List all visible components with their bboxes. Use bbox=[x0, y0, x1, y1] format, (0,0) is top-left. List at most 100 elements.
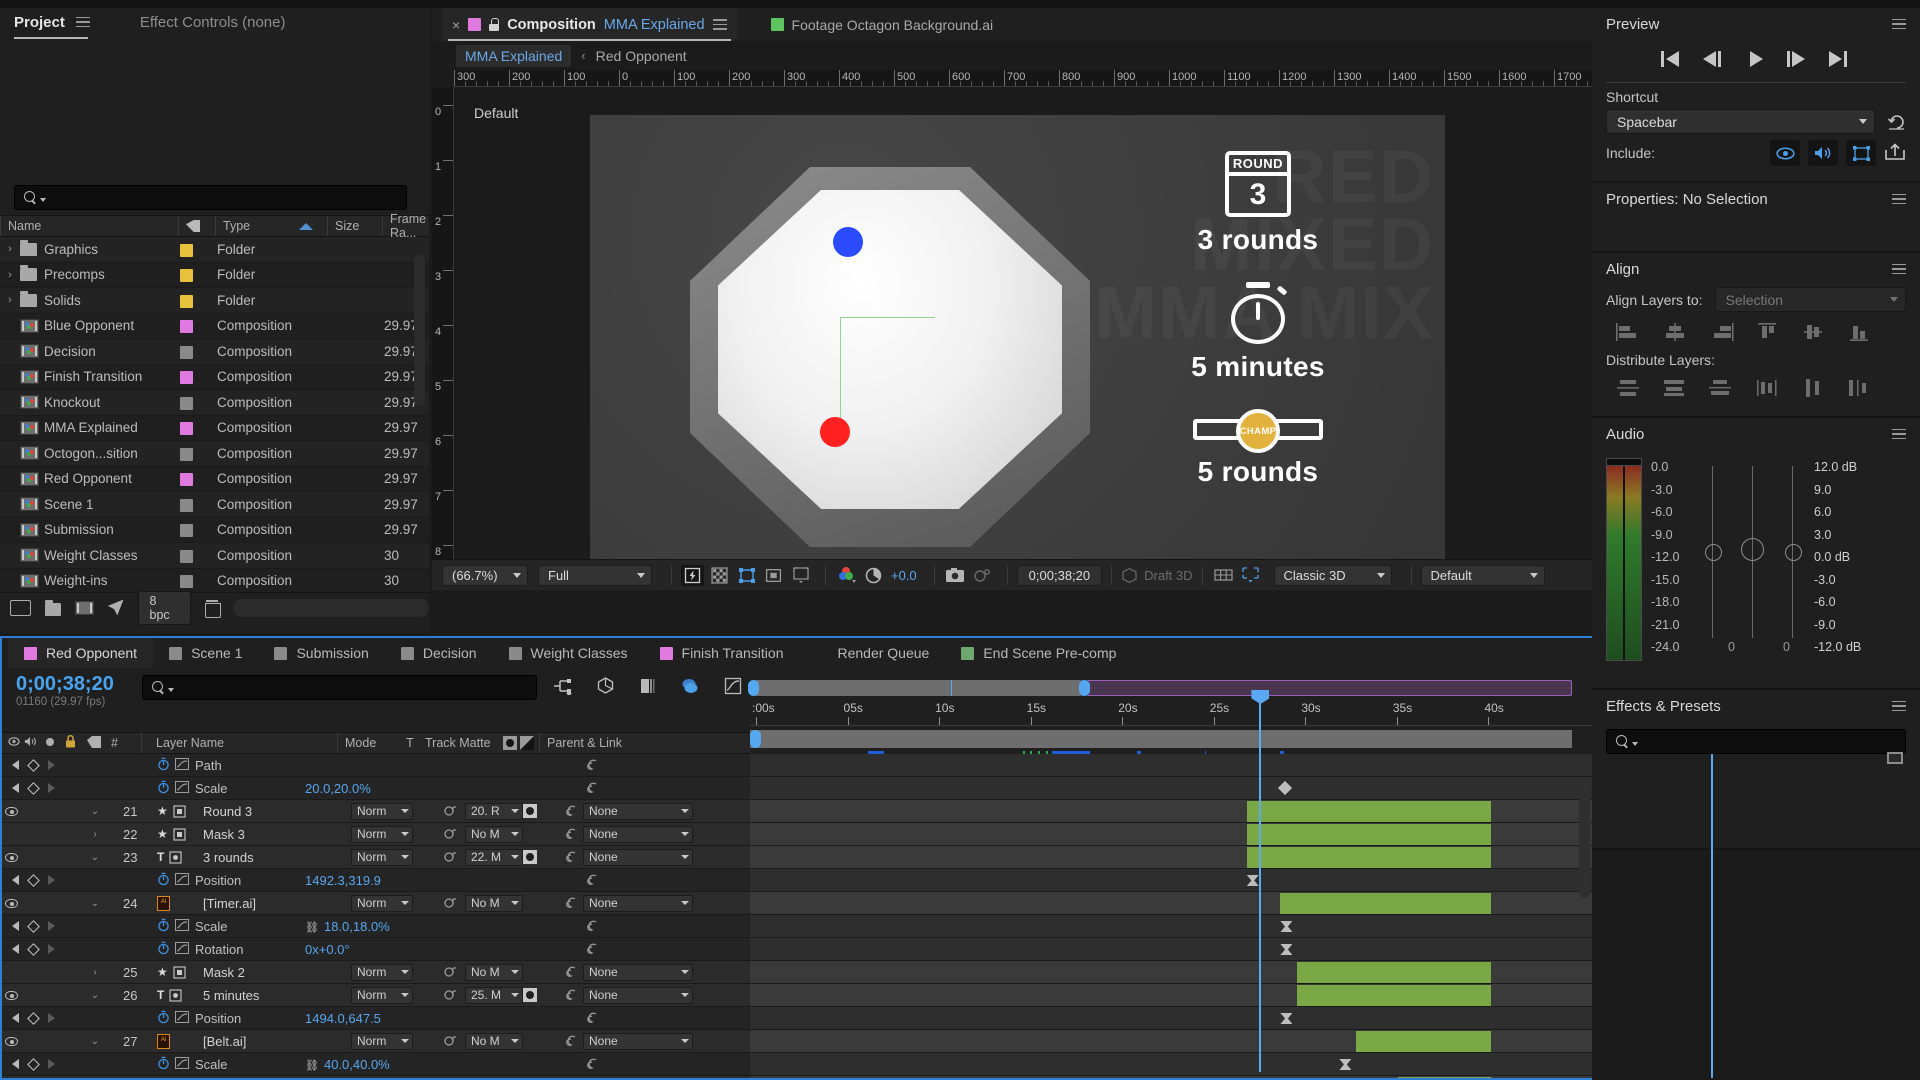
guides-icon[interactable] bbox=[1239, 565, 1262, 586]
audio-toggle-icon[interactable] bbox=[21, 848, 40, 867]
track-matte-select[interactable]: 22. M bbox=[465, 848, 523, 866]
parent-pickwhip-icon[interactable] bbox=[580, 920, 604, 932]
header-number[interactable]: # bbox=[107, 736, 141, 750]
keyframe-toggle-icon[interactable] bbox=[27, 873, 40, 887]
property-name[interactable]: Scale bbox=[195, 781, 305, 796]
horizontal-ruler[interactable]: 300 200 100 0 100 200 300 400 500 600 700 800 900 100… bbox=[454, 70, 1592, 87]
track-matte-select[interactable]: 20. R bbox=[465, 802, 523, 820]
previous-keyframe-icon[interactable] bbox=[12, 1013, 19, 1023]
lock-toggle-icon[interactable] bbox=[59, 825, 78, 844]
layer-duration-bar[interactable] bbox=[1246, 824, 1491, 845]
label-color-swatch[interactable] bbox=[180, 447, 193, 461]
lock-toggle-icon[interactable] bbox=[59, 986, 78, 1005]
header-preserve-transparency[interactable]: T bbox=[399, 736, 421, 750]
blend-mode-select[interactable]: Norm bbox=[351, 825, 413, 843]
distribute-vcenter-icon[interactable] bbox=[1652, 374, 1698, 402]
blend-mode-select[interactable]: Norm bbox=[351, 848, 413, 866]
first-frame-icon[interactable] bbox=[1661, 51, 1683, 67]
header-lock-icon[interactable] bbox=[59, 734, 81, 751]
shortcut-select[interactable]: Spacebar bbox=[1606, 109, 1875, 134]
layer-name[interactable]: [Belt.ai] bbox=[203, 1034, 351, 1049]
align-left-icon[interactable] bbox=[1606, 318, 1652, 346]
properties-menu-icon[interactable] bbox=[1892, 193, 1906, 205]
parent-pickwhip-icon[interactable] bbox=[559, 989, 583, 1001]
disclosure-triangle-icon[interactable]: ⌄ bbox=[84, 806, 106, 817]
fast-previews-icon[interactable] bbox=[681, 564, 704, 586]
composition-stage[interactable]: REDMIXEDMMA MIX ROUND 3 bbox=[590, 115, 1445, 559]
stopwatch-icon[interactable] bbox=[157, 1010, 175, 1027]
stopwatch-icon[interactable] bbox=[157, 757, 175, 774]
label-color-swatch[interactable] bbox=[180, 243, 193, 257]
transparency-grid-icon[interactable] bbox=[708, 565, 731, 586]
adjust-exposure-icon[interactable] bbox=[107, 599, 124, 616]
disclosure-triangle-icon[interactable]: › bbox=[0, 243, 20, 255]
previous-keyframe-icon[interactable] bbox=[12, 921, 19, 931]
work-area-start-handle[interactable] bbox=[748, 680, 759, 696]
new-animation-preset-icon[interactable] bbox=[1886, 750, 1904, 766]
reset-shortcut-icon[interactable] bbox=[1887, 114, 1906, 130]
timeline-zoom-handle[interactable] bbox=[750, 730, 761, 748]
timeline-property-track-row[interactable] bbox=[750, 1053, 1592, 1076]
close-icon[interactable]: × bbox=[452, 17, 460, 33]
video-toggle-icon[interactable] bbox=[2, 825, 21, 844]
layer-controls-icon[interactable] bbox=[1846, 140, 1876, 166]
audio-toggle-icon[interactable] bbox=[21, 1078, 40, 1079]
graph-editor-toggle-icon[interactable] bbox=[175, 1010, 195, 1026]
label-color-swatch[interactable] bbox=[180, 498, 193, 512]
label-color-swatch[interactable] bbox=[180, 575, 193, 589]
track-matte-select[interactable]: No M bbox=[465, 825, 523, 843]
zoom-level-select[interactable]: (66.7%) bbox=[442, 564, 528, 586]
track-matte-source-icon[interactable] bbox=[435, 828, 465, 840]
disclosure-triangle-icon[interactable]: ⌄ bbox=[84, 1036, 106, 1047]
project-item-row[interactable]: Blue Opponent Composition 29.97 bbox=[0, 313, 429, 339]
vertical-ruler[interactable]: 0123456789 bbox=[432, 87, 454, 559]
audio-fader-right[interactable] bbox=[1785, 544, 1802, 561]
lock-toggle-icon[interactable] bbox=[59, 848, 78, 867]
timeline-track-area[interactable] bbox=[750, 754, 1592, 1078]
new-composition-icon[interactable] bbox=[10, 599, 31, 616]
column-header-label[interactable] bbox=[178, 216, 215, 236]
property-value[interactable]: 20.0,20.0% bbox=[305, 781, 485, 796]
shy-layers-icon[interactable] bbox=[681, 677, 700, 698]
keyframe-marker[interactable] bbox=[1280, 1013, 1293, 1024]
track-matte-source-icon[interactable] bbox=[435, 805, 465, 817]
project-item-row[interactable]: Red Opponent Composition 29.97 bbox=[0, 466, 429, 492]
work-area-end-handle[interactable] bbox=[1078, 680, 1090, 696]
video-toggle-icon[interactable] bbox=[2, 986, 21, 1005]
layer-duration-bar[interactable] bbox=[1297, 985, 1491, 1006]
label-color-swatch[interactable] bbox=[180, 320, 193, 334]
disclosure-triangle-icon[interactable]: ⌄ bbox=[84, 852, 106, 863]
timeline-layer-bar-row[interactable] bbox=[750, 961, 1592, 984]
stopwatch-icon[interactable] bbox=[157, 941, 175, 958]
show-snapshot-icon[interactable] bbox=[971, 565, 994, 586]
graph-editor-toggle-icon[interactable] bbox=[175, 780, 195, 796]
project-item-row[interactable]: Weight-ins Composition 30 bbox=[0, 568, 429, 592]
previous-keyframe-icon[interactable] bbox=[12, 783, 19, 793]
solo-toggle-icon[interactable] bbox=[40, 963, 59, 982]
property-name[interactable]: Position bbox=[195, 1011, 305, 1026]
solo-toggle-icon[interactable] bbox=[40, 1032, 59, 1051]
parent-pickwhip-icon[interactable] bbox=[559, 897, 583, 909]
stopwatch-icon[interactable] bbox=[157, 780, 175, 797]
next-keyframe-icon[interactable] bbox=[48, 944, 55, 954]
property-value[interactable]: 1492.3,319.9 bbox=[305, 873, 485, 888]
play-icon[interactable] bbox=[1745, 51, 1767, 67]
region-of-interest-icon[interactable] bbox=[762, 565, 785, 586]
parent-pickwhip-icon[interactable] bbox=[559, 805, 583, 817]
graph-editor-toggle-icon[interactable] bbox=[175, 872, 195, 888]
project-item-row[interactable]: MMA Explained Composition 29.97 bbox=[0, 415, 429, 441]
layer-name[interactable]: Mask 2 bbox=[203, 965, 351, 980]
audio-icon[interactable] bbox=[1808, 140, 1838, 166]
exposure-icon[interactable] bbox=[862, 565, 885, 586]
timeline-tab[interactable]: End Scene Pre-comp bbox=[945, 638, 1132, 668]
keyframe-toggle-icon[interactable] bbox=[27, 919, 40, 933]
blend-mode-select[interactable]: Norm bbox=[351, 894, 413, 912]
label-color-swatch[interactable] bbox=[180, 371, 193, 385]
audio-fader-left[interactable] bbox=[1705, 544, 1722, 561]
motion-blur-icon[interactable] bbox=[639, 677, 657, 698]
blend-mode-select[interactable]: Norm bbox=[351, 1032, 413, 1050]
layer-duration-bar[interactable] bbox=[1280, 893, 1491, 914]
layer-name[interactable]: Round 3 bbox=[203, 804, 351, 819]
parent-link-select[interactable]: None bbox=[583, 825, 693, 843]
align-target-select[interactable]: Selection bbox=[1714, 287, 1906, 312]
